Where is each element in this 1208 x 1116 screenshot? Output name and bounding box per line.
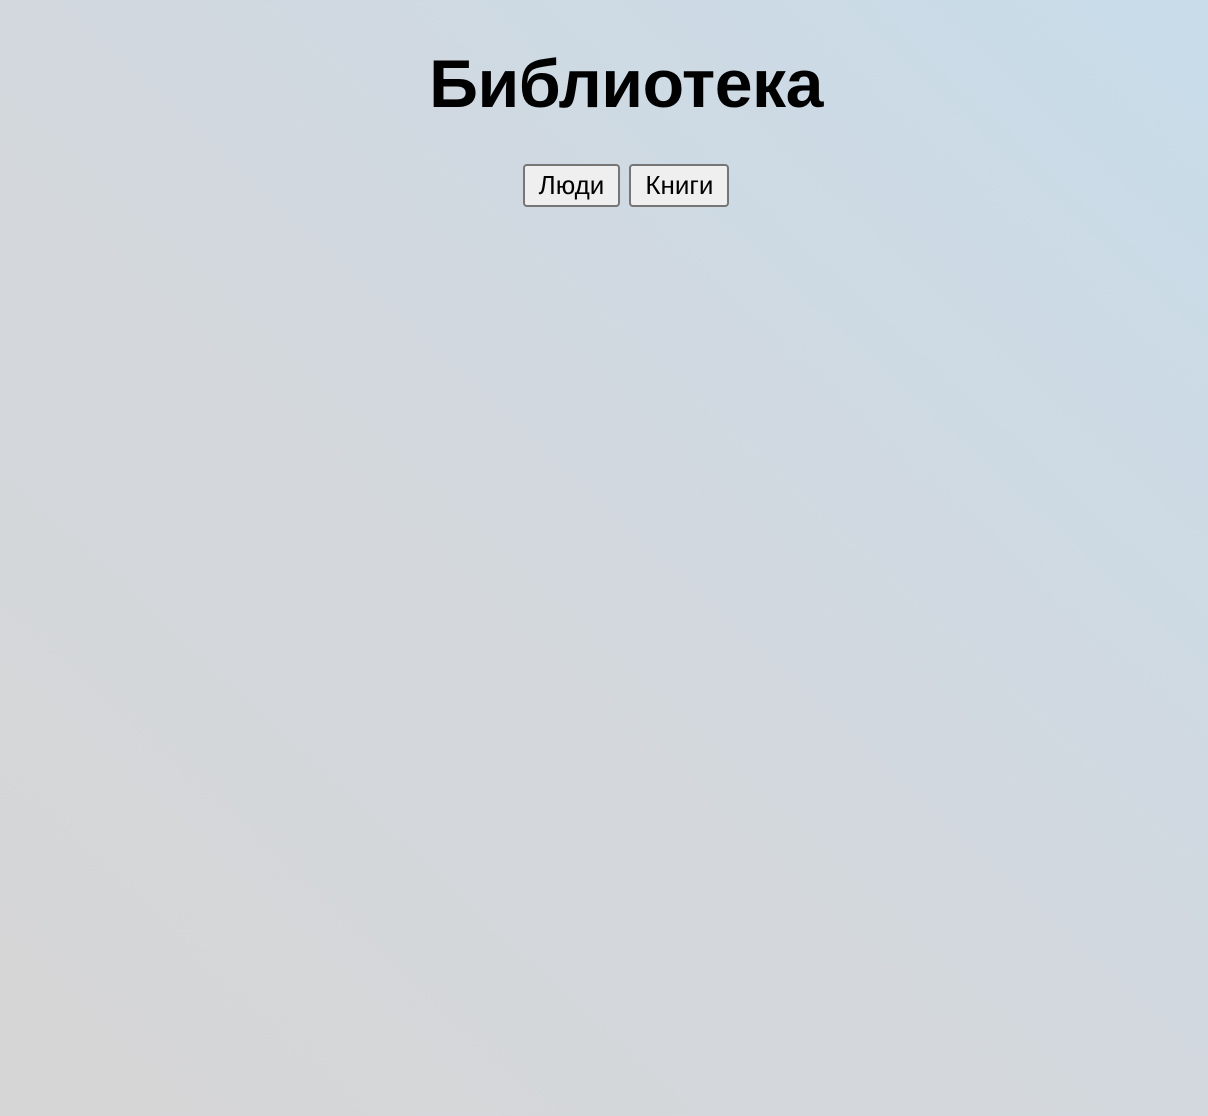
books-button[interactable]: Книги [629, 164, 730, 207]
page: Библиотека Люди Книги [0, 0, 1208, 1116]
nav-buttons: Люди Книги [0, 164, 1208, 207]
people-button[interactable]: Люди [522, 164, 621, 207]
page-title: Библиотека [429, 46, 823, 122]
